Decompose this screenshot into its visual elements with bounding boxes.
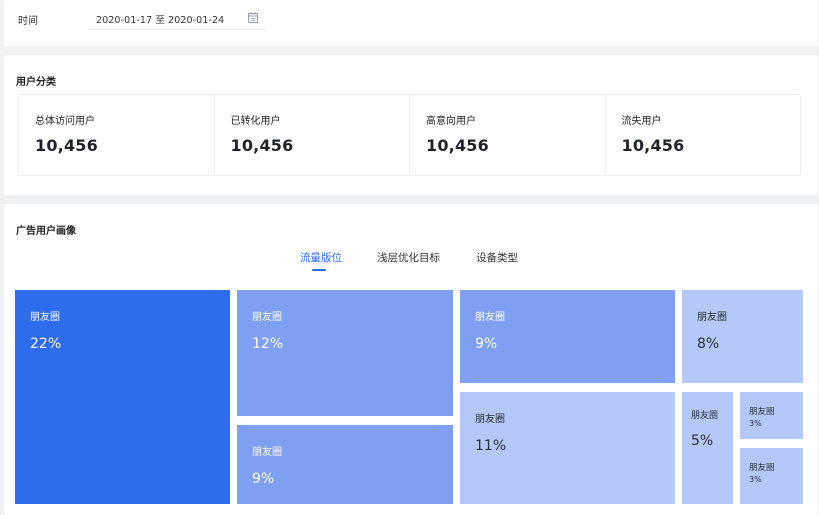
tile-percent: 12% bbox=[252, 336, 284, 352]
stats-row: 总体访问用户 10,456 已转化用户 10,456 高意向用户 10,456 … bbox=[18, 94, 801, 176]
treemap-tile[interactable]: 朋友圈 9% bbox=[237, 425, 453, 504]
treemap-tile[interactable]: 朋友圈 11% bbox=[460, 392, 675, 504]
tile-label: 朋友圈 bbox=[697, 312, 727, 323]
tile-label: 朋友圈 bbox=[252, 312, 282, 323]
tile-percent: 5% bbox=[691, 433, 714, 449]
tile-percent: 8% bbox=[697, 336, 720, 352]
date-range-value: 2020-01-17 至 2020-01-24 bbox=[96, 15, 225, 26]
tile-percent: 9% bbox=[252, 471, 275, 487]
tile-percent: 11% bbox=[475, 438, 507, 454]
stat-high-intent-users: 高意向用户 10,456 bbox=[410, 95, 606, 175]
tile-label: 朋友圈 bbox=[252, 447, 282, 458]
treemap-tile[interactable]: 朋友圈 22% bbox=[15, 290, 230, 504]
tile-percent: 3% bbox=[749, 419, 762, 428]
stat-label: 已转化用户 bbox=[230, 116, 281, 127]
tile-percent: 9% bbox=[475, 336, 498, 352]
treemap-tile[interactable]: 朋友圈 9% bbox=[460, 290, 675, 383]
treemap-tile[interactable]: 朋友圈 5% bbox=[682, 392, 733, 504]
calendar-icon bbox=[248, 12, 258, 23]
stat-value: 10,456 bbox=[35, 136, 98, 155]
date-range-picker[interactable]: 2020-01-17 至 2020-01-24 bbox=[88, 6, 266, 30]
tile-label: 朋友圈 bbox=[749, 463, 775, 473]
tab-traffic-placement[interactable]: 流量版位 bbox=[300, 250, 342, 265]
time-filter-card: 时间 2020-01-17 至 2020-01-24 bbox=[4, 0, 818, 46]
tile-label: 朋友圈 bbox=[691, 411, 719, 421]
tile-label: 朋友圈 bbox=[475, 414, 505, 425]
stat-label: 流失用户 bbox=[621, 116, 662, 127]
tile-label: 朋友圈 bbox=[30, 312, 60, 323]
stat-value: 10,456 bbox=[230, 136, 294, 155]
stat-value: 10,456 bbox=[426, 136, 489, 155]
time-label: 时间 bbox=[18, 16, 38, 27]
treemap-tile[interactable]: 朋友圈 12% bbox=[237, 290, 453, 416]
stat-converted-users: 已转化用户 10,456 bbox=[215, 95, 410, 175]
tile-percent: 22% bbox=[30, 336, 62, 352]
tab-device-type[interactable]: 设备类型 bbox=[476, 250, 518, 265]
tile-label: 朋友圈 bbox=[475, 312, 505, 323]
treemap-tile[interactable]: 朋友圈 3% bbox=[740, 448, 803, 504]
section-title: 广告用户画像 bbox=[16, 226, 76, 237]
stat-label: 高意向用户 bbox=[426, 116, 476, 127]
tile-label: 朋友圈 bbox=[749, 407, 775, 417]
user-category-card: 用户分类 总体访问用户 10,456 已转化用户 10,456 高意向用户 10… bbox=[4, 55, 818, 195]
treemap-tile[interactable]: 朋友圈 8% bbox=[682, 290, 803, 383]
ad-user-portrait-card: 广告用户画像 流量版位 浅层优化目标 设备类型 朋友圈 22% 朋友圈 12% … bbox=[4, 204, 818, 515]
stat-label: 总体访问用户 bbox=[35, 116, 95, 127]
stat-churned-users: 流失用户 10,456 bbox=[606, 95, 801, 175]
section-title: 用户分类 bbox=[16, 77, 56, 88]
stat-value: 10,456 bbox=[621, 136, 685, 155]
tile-percent: 3% bbox=[749, 475, 762, 484]
treemap-tile[interactable]: 朋友圈 3% bbox=[740, 392, 803, 439]
tab-shallow-optimization-goal[interactable]: 浅层优化目标 bbox=[377, 250, 440, 265]
stat-total-visitors: 总体访问用户 10,456 bbox=[19, 95, 215, 175]
active-tab-indicator bbox=[312, 269, 326, 271]
